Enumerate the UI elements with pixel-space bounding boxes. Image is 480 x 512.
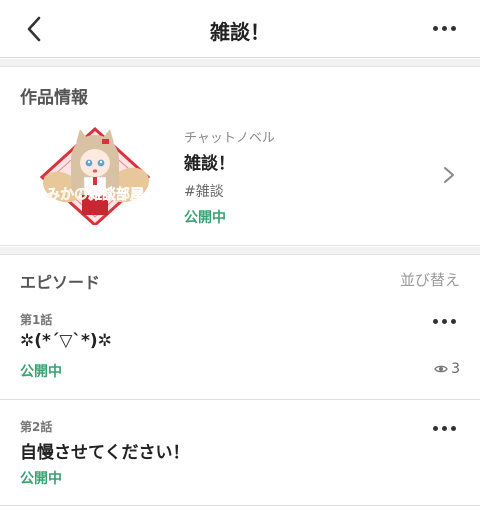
work-type-label: チャットノベル: [184, 131, 275, 146]
view-count-value: 3: [451, 361, 460, 377]
episode-more-button[interactable]: [430, 420, 458, 436]
episode-status-badge: 公開中: [20, 471, 62, 487]
section-gap: [0, 247, 480, 254]
episode-item-1[interactable]: 第1話 ✲(*´▽`*)✲ 公開中 3: [0, 301, 480, 399]
episode-divider: [0, 505, 480, 506]
episode-more-button[interactable]: [430, 313, 458, 329]
more-options-button[interactable]: [430, 18, 458, 38]
episode-status-badge: 公開中: [20, 364, 62, 380]
section-gap: [0, 59, 480, 66]
sort-button[interactable]: 並び替え: [400, 269, 460, 290]
work-title: 雑談！: [184, 154, 235, 174]
cover-title-text: みかの雑談部屋: [46, 186, 144, 203]
episode-number: 第2話: [20, 420, 53, 434]
work-tag[interactable]: #雑談: [184, 181, 224, 201]
more-horizontal-icon: [432, 318, 456, 324]
more-horizontal-icon: [432, 425, 456, 431]
episode-view-count: 3: [434, 361, 460, 377]
work-info-heading: 作品情報: [20, 88, 88, 108]
work-info-section: 作品情報 みかの雑談部屋 チャットノベル 雑談！ #雑談 公開中: [0, 66, 480, 246]
episode-heading: エピソード: [20, 273, 101, 292]
top-nav-bar: 雑談！: [0, 0, 480, 58]
work-card[interactable]: みかの雑談部屋 チャットノベル 雑談！ #雑談 公開中: [0, 123, 480, 233]
episode-title: 自慢させてください！: [20, 443, 190, 463]
episode-section: エピソード 並び替え 第1話 ✲(*´▽`*)✲ 公開中 3 第2話 自慢させて…: [0, 254, 480, 512]
page-title: 雑談！: [210, 20, 270, 44]
episode-item-2[interactable]: 第2話 自慢させてください！ 公開中: [0, 400, 480, 504]
eye-icon: [434, 365, 448, 373]
episode-title: ✲(*´▽`*)✲: [20, 331, 112, 351]
more-horizontal-icon: [432, 25, 456, 31]
chevron-right-icon: [444, 167, 454, 183]
work-cover-image: みかの雑談部屋: [20, 125, 170, 225]
work-status-badge: 公開中: [184, 210, 226, 226]
episode-number: 第1話: [20, 313, 53, 327]
